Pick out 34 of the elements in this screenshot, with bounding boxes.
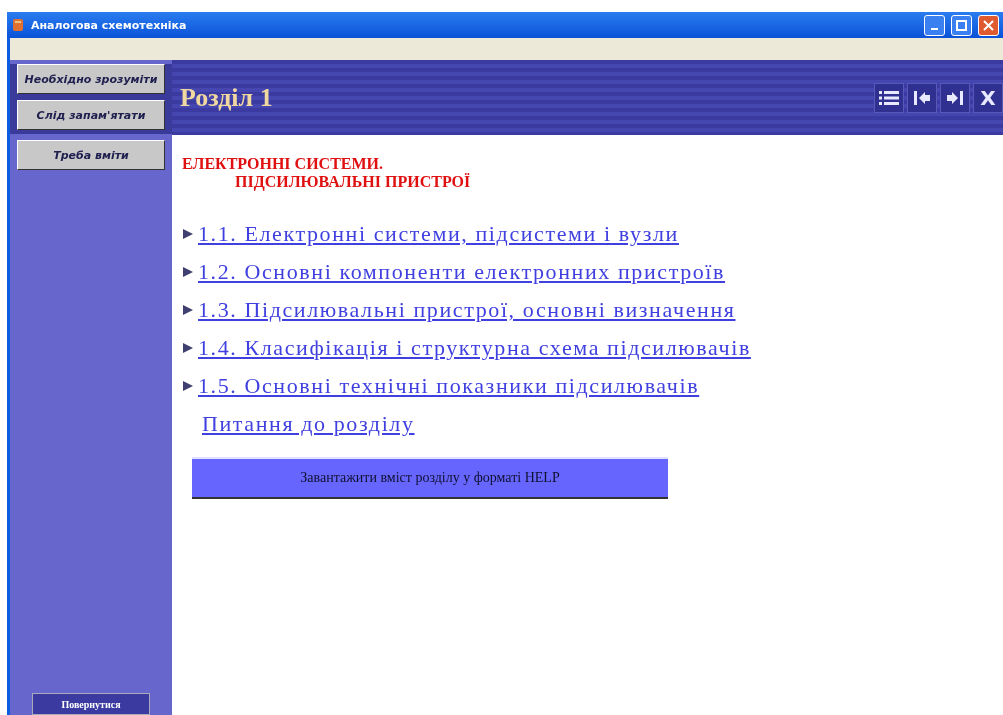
minimize-icon	[931, 28, 938, 30]
section-link[interactable]: 1.4. Класифікація і структурна схема підсилювачів	[198, 335, 751, 361]
bullet-icon	[182, 380, 194, 392]
heading: ПІДСИЛЮВАЛЬНІ ПРИСТРОЇ	[234, 173, 472, 191]
close-button[interactable]	[978, 14, 999, 36]
close-button[interactable]: X	[973, 82, 1003, 113]
app-icon	[11, 18, 25, 32]
download-button[interactable]: Завантажити вміст розділу у форматі HELP	[192, 457, 668, 499]
first-page-button[interactable]	[907, 82, 937, 113]
heading: ЕЛЕКТРОННІ СИСТЕМИ.	[182, 155, 384, 173]
skip-forward-icon	[946, 89, 964, 106]
last-page-button[interactable]	[940, 82, 970, 113]
section-title: Розділ 1	[180, 82, 274, 113]
contents-button[interactable]	[874, 82, 904, 113]
section-link[interactable]: 1.2. Основні компоненти електронних пристроїв	[198, 259, 726, 285]
sidebar-button[interactable]: Слід запам'ятати	[17, 100, 165, 130]
window-title: Аналогова схемотехніка	[31, 18, 188, 32]
sidebar-button[interactable]: Треба вміти	[17, 140, 165, 170]
section-link[interactable]: 1.1. Електронні системи, підсистеми і вузли	[198, 221, 679, 247]
maximize-button[interactable]	[951, 14, 972, 36]
section-link[interactable]: 1.3. Підсилювальні пристрої, основні визначення	[198, 297, 736, 323]
bullet-icon	[182, 228, 194, 240]
skip-back-icon	[913, 89, 931, 106]
minimize-button[interactable]	[924, 14, 945, 36]
bullet-icon	[182, 342, 194, 354]
section-link[interactable]: Питання до розділу	[202, 411, 415, 437]
bullet-icon	[182, 266, 194, 278]
list-icon	[879, 89, 899, 106]
sidebar-button[interactable]: Необхідно зрозуміти	[17, 64, 165, 94]
close-icon	[983, 19, 994, 31]
maximize-icon	[956, 19, 967, 31]
bullet-icon	[182, 304, 194, 316]
back-button[interactable]: Повернутися	[32, 693, 150, 715]
section-link[interactable]: 1.5. Основні технічні показники підсилювачів	[198, 373, 700, 399]
